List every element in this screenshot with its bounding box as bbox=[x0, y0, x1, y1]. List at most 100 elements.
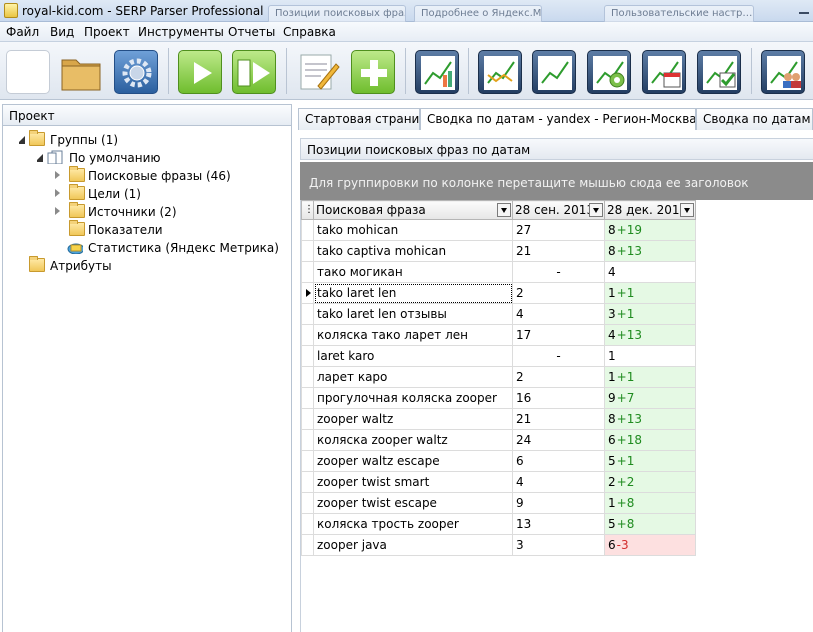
chart-users-icon[interactable] bbox=[761, 50, 805, 94]
edit-notes-icon[interactable] bbox=[296, 50, 340, 94]
row-indicator[interactable] bbox=[301, 303, 314, 325]
position-cell-date2[interactable]: 4+13 bbox=[604, 324, 696, 346]
position-cell-date1[interactable]: 4 bbox=[512, 471, 605, 493]
column-header-date1[interactable]: 28 сен. 2013 bbox=[512, 200, 605, 220]
column-header-date2[interactable]: 28 дек. 2013 bbox=[604, 200, 696, 220]
chart-trend-icon[interactable] bbox=[478, 50, 522, 94]
position-cell-date1[interactable]: 16 bbox=[512, 387, 605, 409]
collapse-arrow-icon[interactable] bbox=[55, 189, 63, 197]
phrase-cell[interactable]: tako laret len bbox=[313, 282, 513, 304]
table-row[interactable]: коляска zooper waltz 24 6+18 bbox=[301, 429, 696, 451]
minimize-button[interactable] bbox=[795, 2, 813, 18]
table-row[interactable]: zooper twist escape 9 1+8 bbox=[301, 492, 696, 514]
phrase-cell[interactable]: zooper java bbox=[313, 534, 513, 556]
row-indicator[interactable] bbox=[301, 219, 314, 241]
table-row[interactable]: ларет каро 2 1+1 bbox=[301, 366, 696, 388]
table-row[interactable]: прогулочная коляска zooper 16 9+7 bbox=[301, 387, 696, 409]
phrase-cell[interactable]: tako mohican bbox=[313, 219, 513, 241]
expand-arrow-icon[interactable] bbox=[35, 154, 43, 162]
position-cell-date1[interactable]: 9 bbox=[512, 492, 605, 514]
menu-view[interactable]: Вид bbox=[50, 25, 74, 39]
phrase-cell[interactable]: прогулочная коляска zooper bbox=[313, 387, 513, 409]
row-indicator[interactable] bbox=[301, 429, 314, 451]
tab-date-summary[interactable]: Сводка по датам - yandex - Регион-Москва… bbox=[696, 108, 813, 130]
run-icon[interactable] bbox=[178, 50, 222, 94]
table-row[interactable]: tako laret len отзывы 4 3+1 bbox=[301, 303, 696, 325]
current-row-indicator-icon[interactable] bbox=[301, 282, 314, 304]
table-row[interactable]: tako mohican 27 8+19 bbox=[301, 219, 696, 241]
position-cell-date2[interactable]: 5+1 bbox=[604, 450, 696, 472]
chart-target-icon[interactable] bbox=[587, 50, 631, 94]
row-indicator[interactable] bbox=[301, 492, 314, 514]
phrase-cell[interactable]: тако могикан bbox=[313, 261, 513, 283]
menu-tools[interactable]: Инструменты bbox=[138, 25, 224, 39]
background-tab[interactable]: Подробнее о Яндекс.Метрике bbox=[414, 5, 542, 22]
phrase-cell[interactable]: tako captiva mohican bbox=[313, 240, 513, 262]
position-cell-date1[interactable]: 3 bbox=[512, 534, 605, 556]
row-indicator[interactable] bbox=[301, 345, 314, 367]
position-cell-date1[interactable]: 6 bbox=[512, 450, 605, 472]
position-cell-date2[interactable]: 8+13 bbox=[604, 408, 696, 430]
position-cell-date1[interactable]: 27 bbox=[512, 219, 605, 241]
column-options-icon[interactable]: ⋮⋮ bbox=[301, 200, 314, 220]
position-cell-date2[interactable]: 9+7 bbox=[604, 387, 696, 409]
row-indicator[interactable] bbox=[301, 324, 314, 346]
position-cell-date1[interactable]: - bbox=[512, 261, 605, 283]
row-indicator[interactable] bbox=[301, 534, 314, 556]
row-indicator[interactable] bbox=[301, 513, 314, 535]
position-cell-date1[interactable]: 2 bbox=[512, 282, 605, 304]
position-cell-date1[interactable]: 21 bbox=[512, 408, 605, 430]
add-icon[interactable] bbox=[351, 50, 395, 94]
group-by-area[interactable]: Для группировки по колонке перетащите мы… bbox=[300, 162, 813, 200]
chart-calendar-icon[interactable] bbox=[642, 50, 686, 94]
position-cell-date2[interactable]: 1 bbox=[604, 345, 696, 367]
table-row[interactable]: zooper waltz 21 8+13 bbox=[301, 408, 696, 430]
position-cell-date2[interactable]: 6-3 bbox=[604, 534, 696, 556]
table-row[interactable]: коляска трость zooper 13 5+8 bbox=[301, 513, 696, 535]
row-indicator[interactable] bbox=[301, 387, 314, 409]
expand-arrow-icon[interactable] bbox=[17, 136, 25, 144]
position-cell-date1[interactable]: 21 bbox=[512, 240, 605, 262]
row-indicator[interactable] bbox=[301, 450, 314, 472]
position-cell-date2[interactable]: 5+8 bbox=[604, 513, 696, 535]
menu-file[interactable]: Файл bbox=[6, 25, 39, 39]
filter-dropdown-icon[interactable] bbox=[497, 203, 511, 217]
position-cell-date1[interactable]: 13 bbox=[512, 513, 605, 535]
row-indicator[interactable] bbox=[301, 408, 314, 430]
position-cell-date2[interactable]: 2+2 bbox=[604, 471, 696, 493]
chart-growth-icon[interactable] bbox=[532, 50, 576, 94]
menu-help[interactable]: Справка bbox=[283, 25, 336, 39]
phrase-cell[interactable]: коляска трость zooper bbox=[313, 513, 513, 535]
chart-report-icon[interactable] bbox=[415, 50, 459, 94]
phrase-cell[interactable]: коляска тако ларет лен bbox=[313, 324, 513, 346]
position-cell-date2[interactable]: 4 bbox=[604, 261, 696, 283]
position-cell-date1[interactable]: - bbox=[512, 345, 605, 367]
position-cell-date1[interactable]: 2 bbox=[512, 366, 605, 388]
table-row[interactable]: zooper java 3 6-3 bbox=[301, 534, 696, 556]
position-cell-date2[interactable]: 8+19 bbox=[604, 219, 696, 241]
chart-check-icon[interactable] bbox=[697, 50, 741, 94]
phrase-cell[interactable]: zooper waltz escape bbox=[313, 450, 513, 472]
menu-reports[interactable]: Отчеты bbox=[228, 25, 275, 39]
position-cell-date1[interactable]: 4 bbox=[512, 303, 605, 325]
filter-dropdown-icon[interactable] bbox=[589, 203, 603, 217]
phrase-cell[interactable]: zooper twist smart bbox=[313, 471, 513, 493]
row-indicator[interactable] bbox=[301, 471, 314, 493]
row-indicator[interactable] bbox=[301, 240, 314, 262]
settings-gear-icon[interactable] bbox=[114, 50, 158, 94]
filter-dropdown-icon[interactable] bbox=[680, 203, 694, 217]
position-cell-date1[interactable]: 24 bbox=[512, 429, 605, 451]
row-indicator[interactable] bbox=[301, 366, 314, 388]
phrase-cell[interactable]: zooper twist escape bbox=[313, 492, 513, 514]
tab-start-page[interactable]: Стартовая страница bbox=[298, 108, 420, 130]
position-cell-date2[interactable]: 1+8 bbox=[604, 492, 696, 514]
phrase-cell[interactable]: zooper waltz bbox=[313, 408, 513, 430]
open-folder-icon[interactable] bbox=[59, 50, 103, 94]
background-tab[interactable]: Пользовательские настр… bbox=[604, 5, 754, 22]
table-row[interactable]: тако могикан -4 bbox=[301, 261, 696, 283]
background-tab[interactable]: Позиции поисковых фраз по д… bbox=[268, 5, 406, 22]
position-cell-date2[interactable]: 6+18 bbox=[604, 429, 696, 451]
table-row[interactable]: laret karo -1 bbox=[301, 345, 696, 367]
menu-project[interactable]: Проект bbox=[84, 25, 130, 39]
table-row[interactable]: коляска тако ларет лен 17 4+13 bbox=[301, 324, 696, 346]
